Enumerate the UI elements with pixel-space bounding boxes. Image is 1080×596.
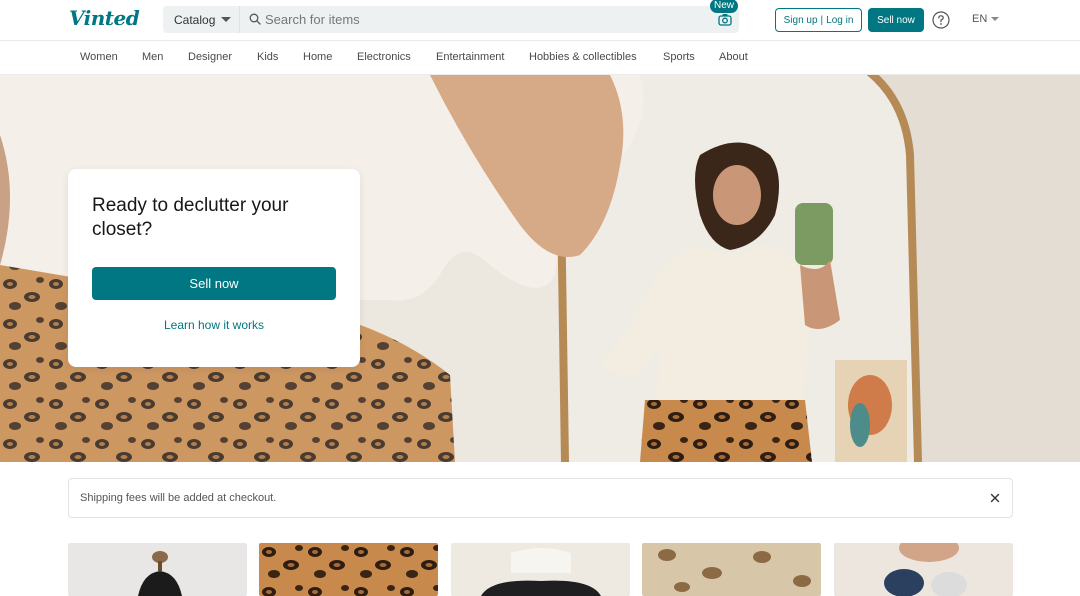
item-card[interactable]	[259, 543, 438, 596]
learn-how-it-works-link[interactable]: Learn how it works	[92, 318, 336, 332]
nav-item-hobbies[interactable]: Hobbies & collectibles	[529, 51, 637, 63]
nav-item-home[interactable]: Home	[303, 51, 332, 63]
hero-sell-now-button[interactable]: Sell now	[92, 267, 336, 300]
item-card[interactable]	[451, 543, 630, 596]
search-input[interactable]	[265, 6, 705, 33]
chevron-down-icon	[991, 17, 1000, 21]
nav-item-men[interactable]: Men	[142, 51, 163, 63]
language-label: EN	[972, 13, 988, 25]
vinted-logo[interactable]: Vinted	[69, 6, 140, 30]
camera-icon[interactable]	[718, 13, 732, 26]
signup-login-button[interactable]: Sign up | Log in	[775, 8, 862, 32]
divider: |	[820, 14, 824, 26]
new-badge: New	[710, 0, 739, 13]
item-image	[451, 543, 630, 596]
nav-item-kids[interactable]: Kids	[257, 51, 278, 63]
item-card[interactable]	[642, 543, 821, 596]
search-bar: Catalog	[163, 6, 739, 33]
category-nav: Women Men Designer Kids Home Electronics…	[0, 40, 1080, 75]
item-image	[259, 543, 438, 596]
item-image	[68, 543, 247, 596]
language-selector[interactable]: EN	[972, 13, 1000, 25]
sell-now-button[interactable]: Sell now	[868, 8, 924, 32]
close-icon[interactable]	[988, 491, 1002, 505]
nav-item-electronics[interactable]: Electronics	[357, 51, 411, 63]
catalog-label: Catalog	[174, 12, 216, 27]
item-image	[834, 543, 1013, 596]
nav-item-sports[interactable]: Sports	[663, 51, 695, 63]
nav-item-about[interactable]: About	[719, 51, 748, 63]
item-image	[642, 543, 821, 596]
item-card[interactable]	[68, 543, 247, 596]
login-label[interactable]: Log in	[826, 15, 853, 26]
item-card[interactable]	[834, 543, 1013, 596]
catalog-dropdown[interactable]: Catalog	[163, 6, 240, 33]
signup-label[interactable]: Sign up	[784, 15, 818, 26]
hero-card: Ready to declutter your closet? Sell now…	[68, 169, 360, 367]
search-icon	[249, 13, 261, 25]
nav-item-designer[interactable]: Designer	[188, 51, 232, 63]
nav-item-women[interactable]: Women	[80, 51, 118, 63]
notice-text: Shipping fees will be added at checkout.	[80, 492, 277, 504]
nav-item-entertainment[interactable]: Entertainment	[436, 51, 504, 63]
help-icon[interactable]	[932, 11, 950, 29]
top-header: Vinted Catalog New Sign up | Log in Sell…	[0, 0, 1080, 40]
shipping-notice: Shipping fees will be added at checkout.	[68, 478, 1013, 518]
hero-banner: Ready to declutter your closet? Sell now…	[0, 75, 1080, 462]
hero-title: Ready to declutter your closet?	[92, 195, 289, 240]
chevron-down-icon	[221, 17, 232, 22]
